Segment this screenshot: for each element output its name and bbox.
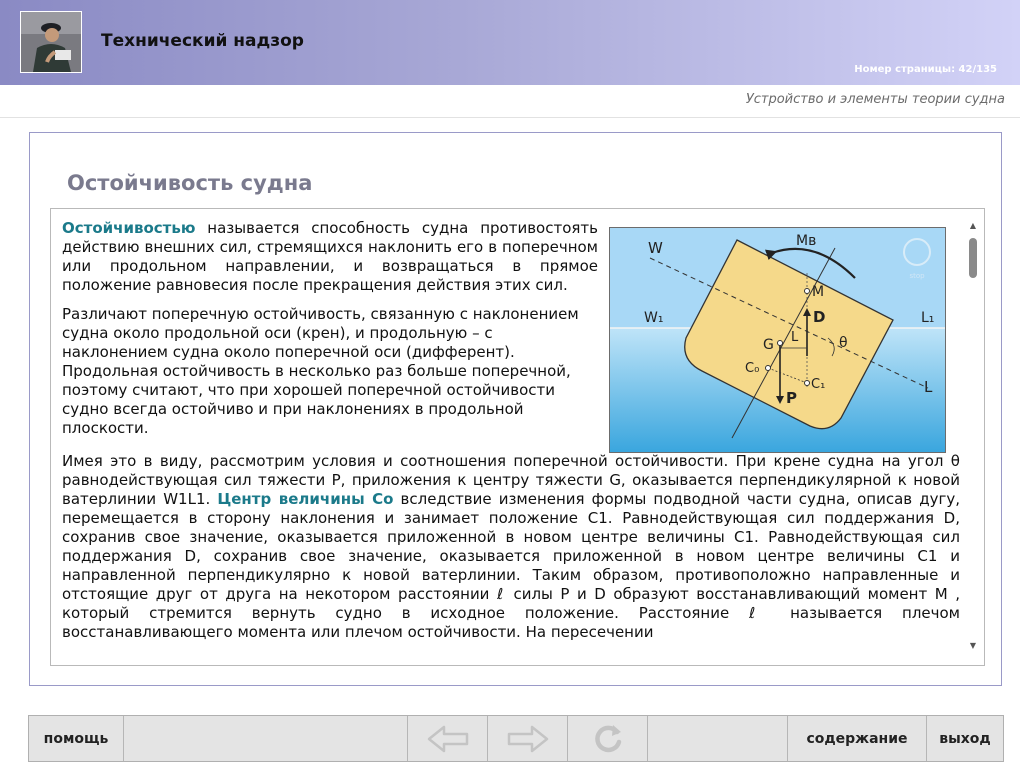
arrow-left-icon: [427, 725, 468, 752]
paragraph-conditions: Имея это в виду, рассмотрим условия и со…: [62, 452, 960, 642]
paragraph-conditions-text-b: вследствие изменения формы подводной час…: [62, 490, 960, 641]
stability-diagram: stop W W₁ L₁ L Mв M D G L θ C₀ C₁ P: [609, 227, 946, 453]
exit-button[interactable]: выход: [927, 716, 1003, 761]
term-center-of-buoyancy: Центр величины Co: [217, 490, 394, 508]
help-button[interactable]: помощь: [29, 716, 124, 761]
header-bar: Технический надзор Номер страницы: 42/13…: [0, 0, 1020, 85]
scrollbar[interactable]: ▲ ▼: [968, 221, 978, 651]
reload-button[interactable]: [568, 716, 648, 761]
term-ostoychivost: Остойчивостью: [62, 219, 196, 237]
page-number: Номер страницы: 42/135: [854, 64, 997, 75]
label-G: G: [763, 337, 774, 353]
footer-spacer: [124, 716, 408, 761]
scroll-down-icon[interactable]: ▼: [968, 641, 978, 651]
contents-button[interactable]: содержание: [788, 716, 927, 761]
main-frame: Остойчивость судна Остойчивостью называе…: [29, 132, 1002, 686]
page-title: Остойчивость судна: [67, 171, 313, 195]
avatar: [20, 11, 82, 73]
label-Mv: Mв: [796, 233, 816, 249]
inspector-photo: [21, 12, 81, 72]
back-button[interactable]: [408, 716, 488, 761]
label-l: L: [791, 330, 799, 345]
label-L: L: [924, 378, 933, 396]
label-W1: W₁: [644, 310, 663, 326]
watermark-text: stop: [909, 272, 925, 280]
footer-spacer-right: [648, 716, 788, 761]
label-M: M: [812, 284, 824, 300]
scroll-thumb[interactable]: [969, 238, 977, 278]
label-theta: θ: [839, 335, 848, 351]
label-W: W: [648, 239, 663, 257]
section-subtitle: Устройство и элементы теории судна: [745, 92, 1005, 107]
arrow-right-icon: [507, 725, 548, 752]
app-title: Технический надзор: [101, 31, 304, 51]
label-C1: C₁: [811, 377, 825, 392]
label-D: D: [813, 308, 825, 326]
content-scroll-area[interactable]: Остойчивостью называется способность суд…: [50, 208, 985, 666]
scroll-up-icon[interactable]: ▲: [968, 221, 978, 231]
label-P: P: [786, 389, 797, 407]
footer-toolbar: помощь содержание выход: [28, 715, 1004, 762]
divider: [0, 117, 1020, 118]
reload-icon: [594, 724, 621, 752]
paragraph-definition: Остойчивостью называется способность суд…: [62, 219, 598, 295]
forward-button[interactable]: [488, 716, 568, 761]
paragraph-types: Различают поперечную остойчивость, связа…: [62, 305, 579, 437]
label-C0: C₀: [745, 361, 759, 376]
label-L1: L₁: [921, 310, 934, 326]
